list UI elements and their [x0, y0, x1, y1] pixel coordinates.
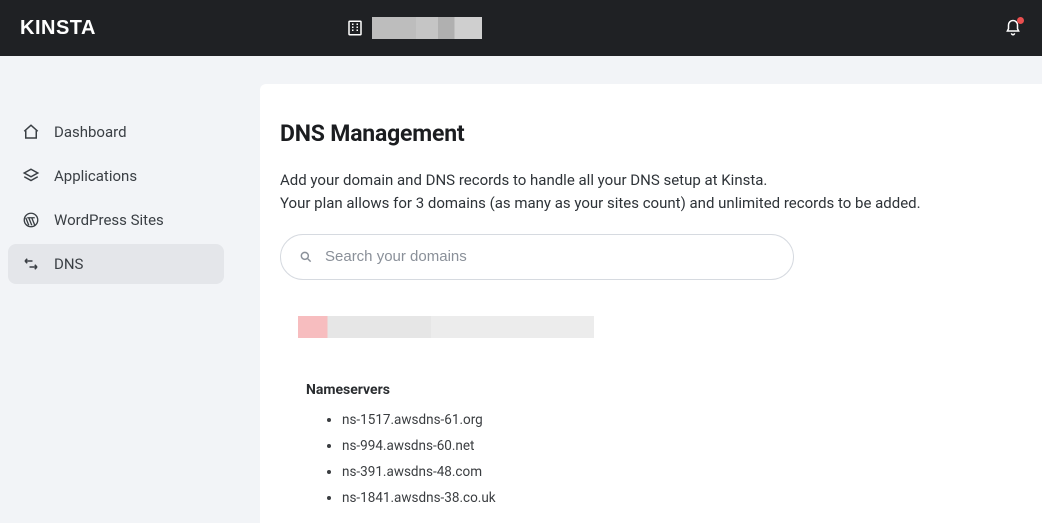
page-description: Add your domain and DNS records to handl… [280, 169, 998, 216]
sidebar: Dashboard Applications WordPress Sites D… [0, 56, 232, 523]
sidebar-item-label: WordPress Sites [54, 211, 164, 229]
sidebar-item-wordpress[interactable]: WordPress Sites [8, 200, 224, 240]
nameservers-list: ns-1517.awsdns-61.org ns-994.awsdns-60.n… [306, 412, 998, 506]
dns-icon [22, 255, 40, 273]
sidebar-item-applications[interactable]: Applications [8, 156, 224, 196]
sidebar-item-label: Dashboard [54, 123, 127, 141]
home-icon [22, 123, 40, 141]
company-switcher[interactable] [346, 17, 482, 39]
sidebar-item-label: Applications [54, 167, 137, 185]
wordpress-icon [22, 211, 40, 229]
nameserver-item: ns-391.awsdns-48.com [342, 464, 998, 480]
nameserver-item: ns-1841.awsdns-38.co.uk [342, 490, 998, 506]
main-panel: DNS Management Add your domain and DNS r… [260, 84, 1042, 523]
nameserver-item: ns-1517.awsdns-61.org [342, 412, 998, 428]
building-icon [346, 19, 364, 37]
page-title: DNS Management [280, 120, 998, 147]
search-input[interactable] [325, 248, 775, 265]
notifications-button[interactable] [1004, 19, 1022, 37]
sidebar-item-dashboard[interactable]: Dashboard [8, 112, 224, 152]
nameservers-heading: Nameservers [306, 382, 998, 398]
domain-name-redacted [298, 316, 594, 338]
brand-logo: KINSTA [20, 17, 96, 40]
company-name-redacted [372, 17, 482, 39]
search-icon [299, 250, 313, 264]
topbar: KINSTA [0, 0, 1042, 56]
domain-search[interactable] [280, 234, 794, 280]
sidebar-item-dns[interactable]: DNS [8, 244, 224, 284]
notification-dot [1017, 17, 1024, 24]
nameserver-item: ns-994.awsdns-60.net [342, 438, 998, 454]
layers-icon [22, 167, 40, 185]
sidebar-item-label: DNS [54, 255, 83, 273]
nameservers-section: Nameservers ns-1517.awsdns-61.org ns-994… [306, 382, 998, 506]
